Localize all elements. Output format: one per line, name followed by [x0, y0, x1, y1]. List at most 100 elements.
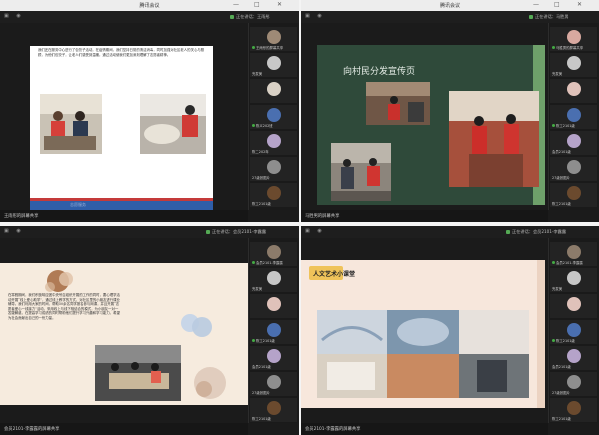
- speaking-text: 正在讲话：马胜男: [535, 14, 569, 19]
- share-footer: 会员2101-李露露的屏幕共享: [301, 423, 548, 435]
- participant-tile[interactable]: 完发美: [250, 53, 297, 77]
- share-footer: 马胜男的屏幕共享: [301, 210, 548, 222]
- mic-icon: [252, 46, 255, 49]
- participant-tile[interactable]: 完发美: [550, 53, 597, 77]
- participant-tile[interactable]: 会员2101-李露露: [250, 242, 297, 266]
- participant-tile[interactable]: 27级张图片: [550, 372, 597, 396]
- avatar: [567, 186, 581, 200]
- maximize-icon[interactable]: □: [554, 1, 560, 8]
- participant-tile[interactable]: 陈工2101级: [550, 105, 597, 129]
- mic-icon: [552, 339, 555, 342]
- participant-tile[interactable]: [550, 294, 597, 318]
- avatar: [567, 297, 581, 311]
- avatar: [567, 375, 581, 389]
- participant-list: 会员2101-李露露 完发美 陈工2101级 会员2101级 27级张图片 陈工…: [248, 238, 298, 423]
- speaking-indicator: 正在讲话：会员2101-李露露: [206, 229, 266, 235]
- avatar: [567, 108, 581, 122]
- slide-watermark: 志愿服务: [70, 202, 86, 207]
- participant-tile[interactable]: 陈义202班: [250, 105, 297, 129]
- toolbar-icons[interactable]: ▣ ◉: [4, 13, 24, 19]
- participant-tile[interactable]: 27级张图片: [550, 157, 597, 181]
- participant-name: 27级张图片: [252, 391, 270, 395]
- shared-screen: 人文艺术小课堂: [301, 238, 548, 423]
- slide-page: 人文艺术小课堂: [301, 260, 545, 408]
- decor-circles-bottom: [194, 367, 226, 399]
- slide-page: 向村民分发宣传页: [317, 45, 545, 205]
- shared-screen: 在寒假期间，我们积极响应团中央号召组织开展的工作的同时，要心理学活动开展“线上爱…: [0, 238, 248, 423]
- participant-tile[interactable]: 陈工2101级: [250, 398, 297, 422]
- minimize-icon[interactable]: —: [533, 1, 539, 8]
- slide-paragraph: 在寒假期间，我们积极响应团中央号召组织开展的工作的同时，要心理学活动开展“线上爱…: [8, 293, 120, 320]
- participant-name: 会员2101级: [252, 365, 271, 369]
- participant-name: 完发美: [552, 72, 563, 76]
- participant-tile[interactable]: [250, 79, 297, 103]
- participant-tile[interactable]: 陈工2101级: [550, 320, 597, 344]
- title-bar[interactable]: 腾讯会议 — □ ✕: [0, 0, 299, 11]
- title-bar[interactable]: 腾讯会议 — □ ✕: [301, 0, 599, 11]
- participant-list: 王雨彤的屏幕共享 完发美 陈义202班 陈二202年 27级张图片 陈工2101…: [248, 23, 298, 210]
- participant-tile[interactable]: 完发美: [250, 268, 297, 292]
- speaking-text: 正在讲话：王雨彤: [236, 14, 270, 19]
- participant-name: 27级张图片: [552, 176, 570, 180]
- share-owner-label: 王雨彤的屏幕共享: [4, 214, 39, 219]
- participant-tile[interactable]: 完发美: [550, 268, 597, 292]
- participant-tile[interactable]: 会员2101-李露露: [550, 242, 597, 266]
- speaking-indicator: 正在讲话：会员2101-李露露: [506, 229, 566, 235]
- meeting-grid: 腾讯会议 — □ ✕ ▣ ◉ 正在讲话：王雨彤 我们还在服务中心进行了包饺子活动…: [0, 0, 599, 435]
- close-icon[interactable]: ✕: [277, 1, 282, 8]
- participant-tile[interactable]: 会员2101级: [250, 346, 297, 370]
- mic-icon: [252, 261, 255, 264]
- toolbar-icons[interactable]: ▣ ◉: [305, 228, 325, 234]
- participant-tile[interactable]: [250, 294, 297, 318]
- participant-name: 完发美: [552, 287, 563, 291]
- volunteer-photo-1: [40, 94, 102, 154]
- slide-bottom-banner: [30, 201, 213, 210]
- participant-list: 会员2101-李露露 完发美 陈工2101级 会员2101级 27级张图片 陈工…: [548, 238, 598, 423]
- speaking-text: 正在讲话：会员2101-李露露: [212, 229, 267, 234]
- mic-icon: [552, 261, 555, 264]
- avatar: [567, 323, 581, 337]
- avatar: [267, 245, 281, 259]
- participant-tile[interactable]: 27级张图片: [250, 157, 297, 181]
- toolbar-icons[interactable]: ▣ ◉: [305, 13, 325, 19]
- slide-bottom-stripe: [30, 198, 213, 201]
- meeting-window-4: ▣ ◉ 正在讲话：会员2101-李露露 人文艺术小课堂 会员2101-李露露 完…: [301, 226, 599, 435]
- art-photo-collage: [317, 310, 529, 398]
- avatar: [267, 108, 281, 122]
- participant-name: 陈工2101级: [252, 417, 271, 421]
- avatar: [267, 349, 281, 363]
- photo-distribution-3: [449, 91, 539, 187]
- participant-tile[interactable]: 陈工2101级: [550, 183, 597, 207]
- participant-tile[interactable]: 陈工2101级: [550, 398, 597, 422]
- participant-name: 陈工2101级: [556, 339, 575, 343]
- slide-right-strip: [537, 260, 545, 408]
- slide-heading: 向村民分发宣传页: [343, 67, 416, 77]
- avatar: [267, 82, 281, 96]
- maximize-icon[interactable]: □: [254, 1, 260, 8]
- participant-tile[interactable]: 陈工2101级: [250, 320, 297, 344]
- participant-tile[interactable]: 陈工2101级: [250, 183, 297, 207]
- participant-name: 陈二202年: [252, 150, 269, 154]
- participant-tile[interactable]: [550, 79, 597, 103]
- participant-tile[interactable]: 会员2101级: [550, 131, 597, 155]
- speaking-indicator: 正在讲话：王雨彤: [230, 14, 270, 20]
- participant-name: 王雨彤的屏幕共享: [256, 46, 284, 50]
- slide-paragraph: 我们还在服务中心进行了包饺子活动。在疫情期间，我们坚持日常的清洁消毒，同时加强对…: [38, 48, 205, 57]
- share-footer: 会员2101-李露露的屏幕共享: [0, 423, 248, 435]
- speaking-text: 正在讲话：会员2101-李露露: [512, 229, 567, 234]
- participant-tile[interactable]: 会员2101级: [550, 346, 597, 370]
- share-footer: 王雨彤的屏幕共享: [0, 210, 248, 222]
- participant-name: 陈义202班: [256, 124, 273, 128]
- grid-divider-horizontal: [0, 222, 599, 226]
- participant-tile[interactable]: 王雨彤的屏幕共享: [250, 27, 297, 51]
- participant-tile[interactable]: 陈二202年: [250, 131, 297, 155]
- participant-tile[interactable]: 马胜男的屏幕共享: [550, 27, 597, 51]
- toolbar-icons[interactable]: ▣ ◉: [4, 228, 24, 234]
- minimize-icon[interactable]: —: [233, 1, 239, 8]
- avatar: [567, 134, 581, 148]
- speaking-indicator: 正在讲话：马胜男: [529, 14, 569, 20]
- avatar: [567, 271, 581, 285]
- participant-name: 27级张图片: [252, 176, 270, 180]
- participant-tile[interactable]: 27级张图片: [250, 372, 297, 396]
- close-icon[interactable]: ✕: [577, 1, 582, 8]
